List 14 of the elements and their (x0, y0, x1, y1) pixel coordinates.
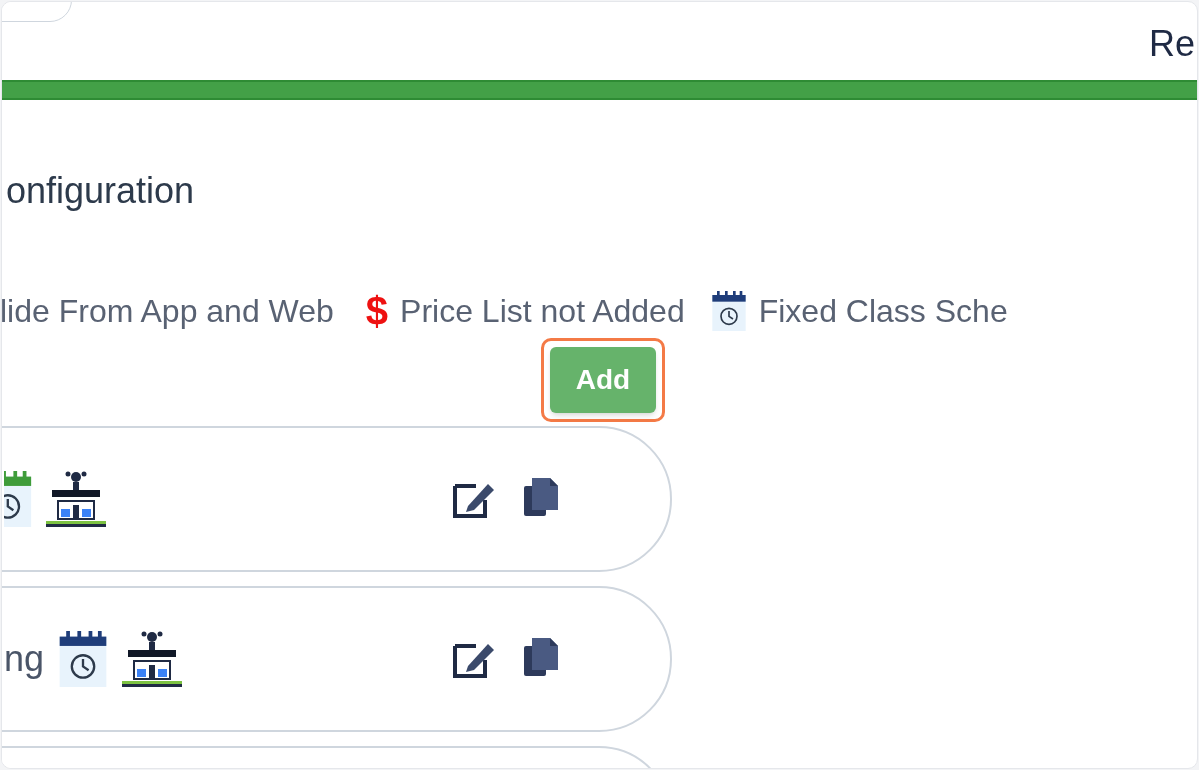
header-title: Re (1148, 22, 1195, 66)
section-title: onfiguration (6, 170, 195, 211)
copy-icon[interactable] (522, 476, 560, 518)
add-button[interactable]: Add (550, 347, 656, 413)
building-icon (122, 631, 183, 687)
item-name: ng (4, 637, 45, 681)
calendar-clock-icon (710, 291, 747, 331)
legend-label: Price List not Added (400, 292, 685, 331)
legend-label: Fixed Class Sche (758, 292, 1008, 331)
dollar-icon: $ (365, 281, 389, 341)
building-icon (46, 471, 106, 527)
calendar-clock-icon (4, 471, 34, 527)
copy-icon[interactable] (522, 636, 560, 678)
legend-label: lide From App and Web (2, 292, 334, 331)
